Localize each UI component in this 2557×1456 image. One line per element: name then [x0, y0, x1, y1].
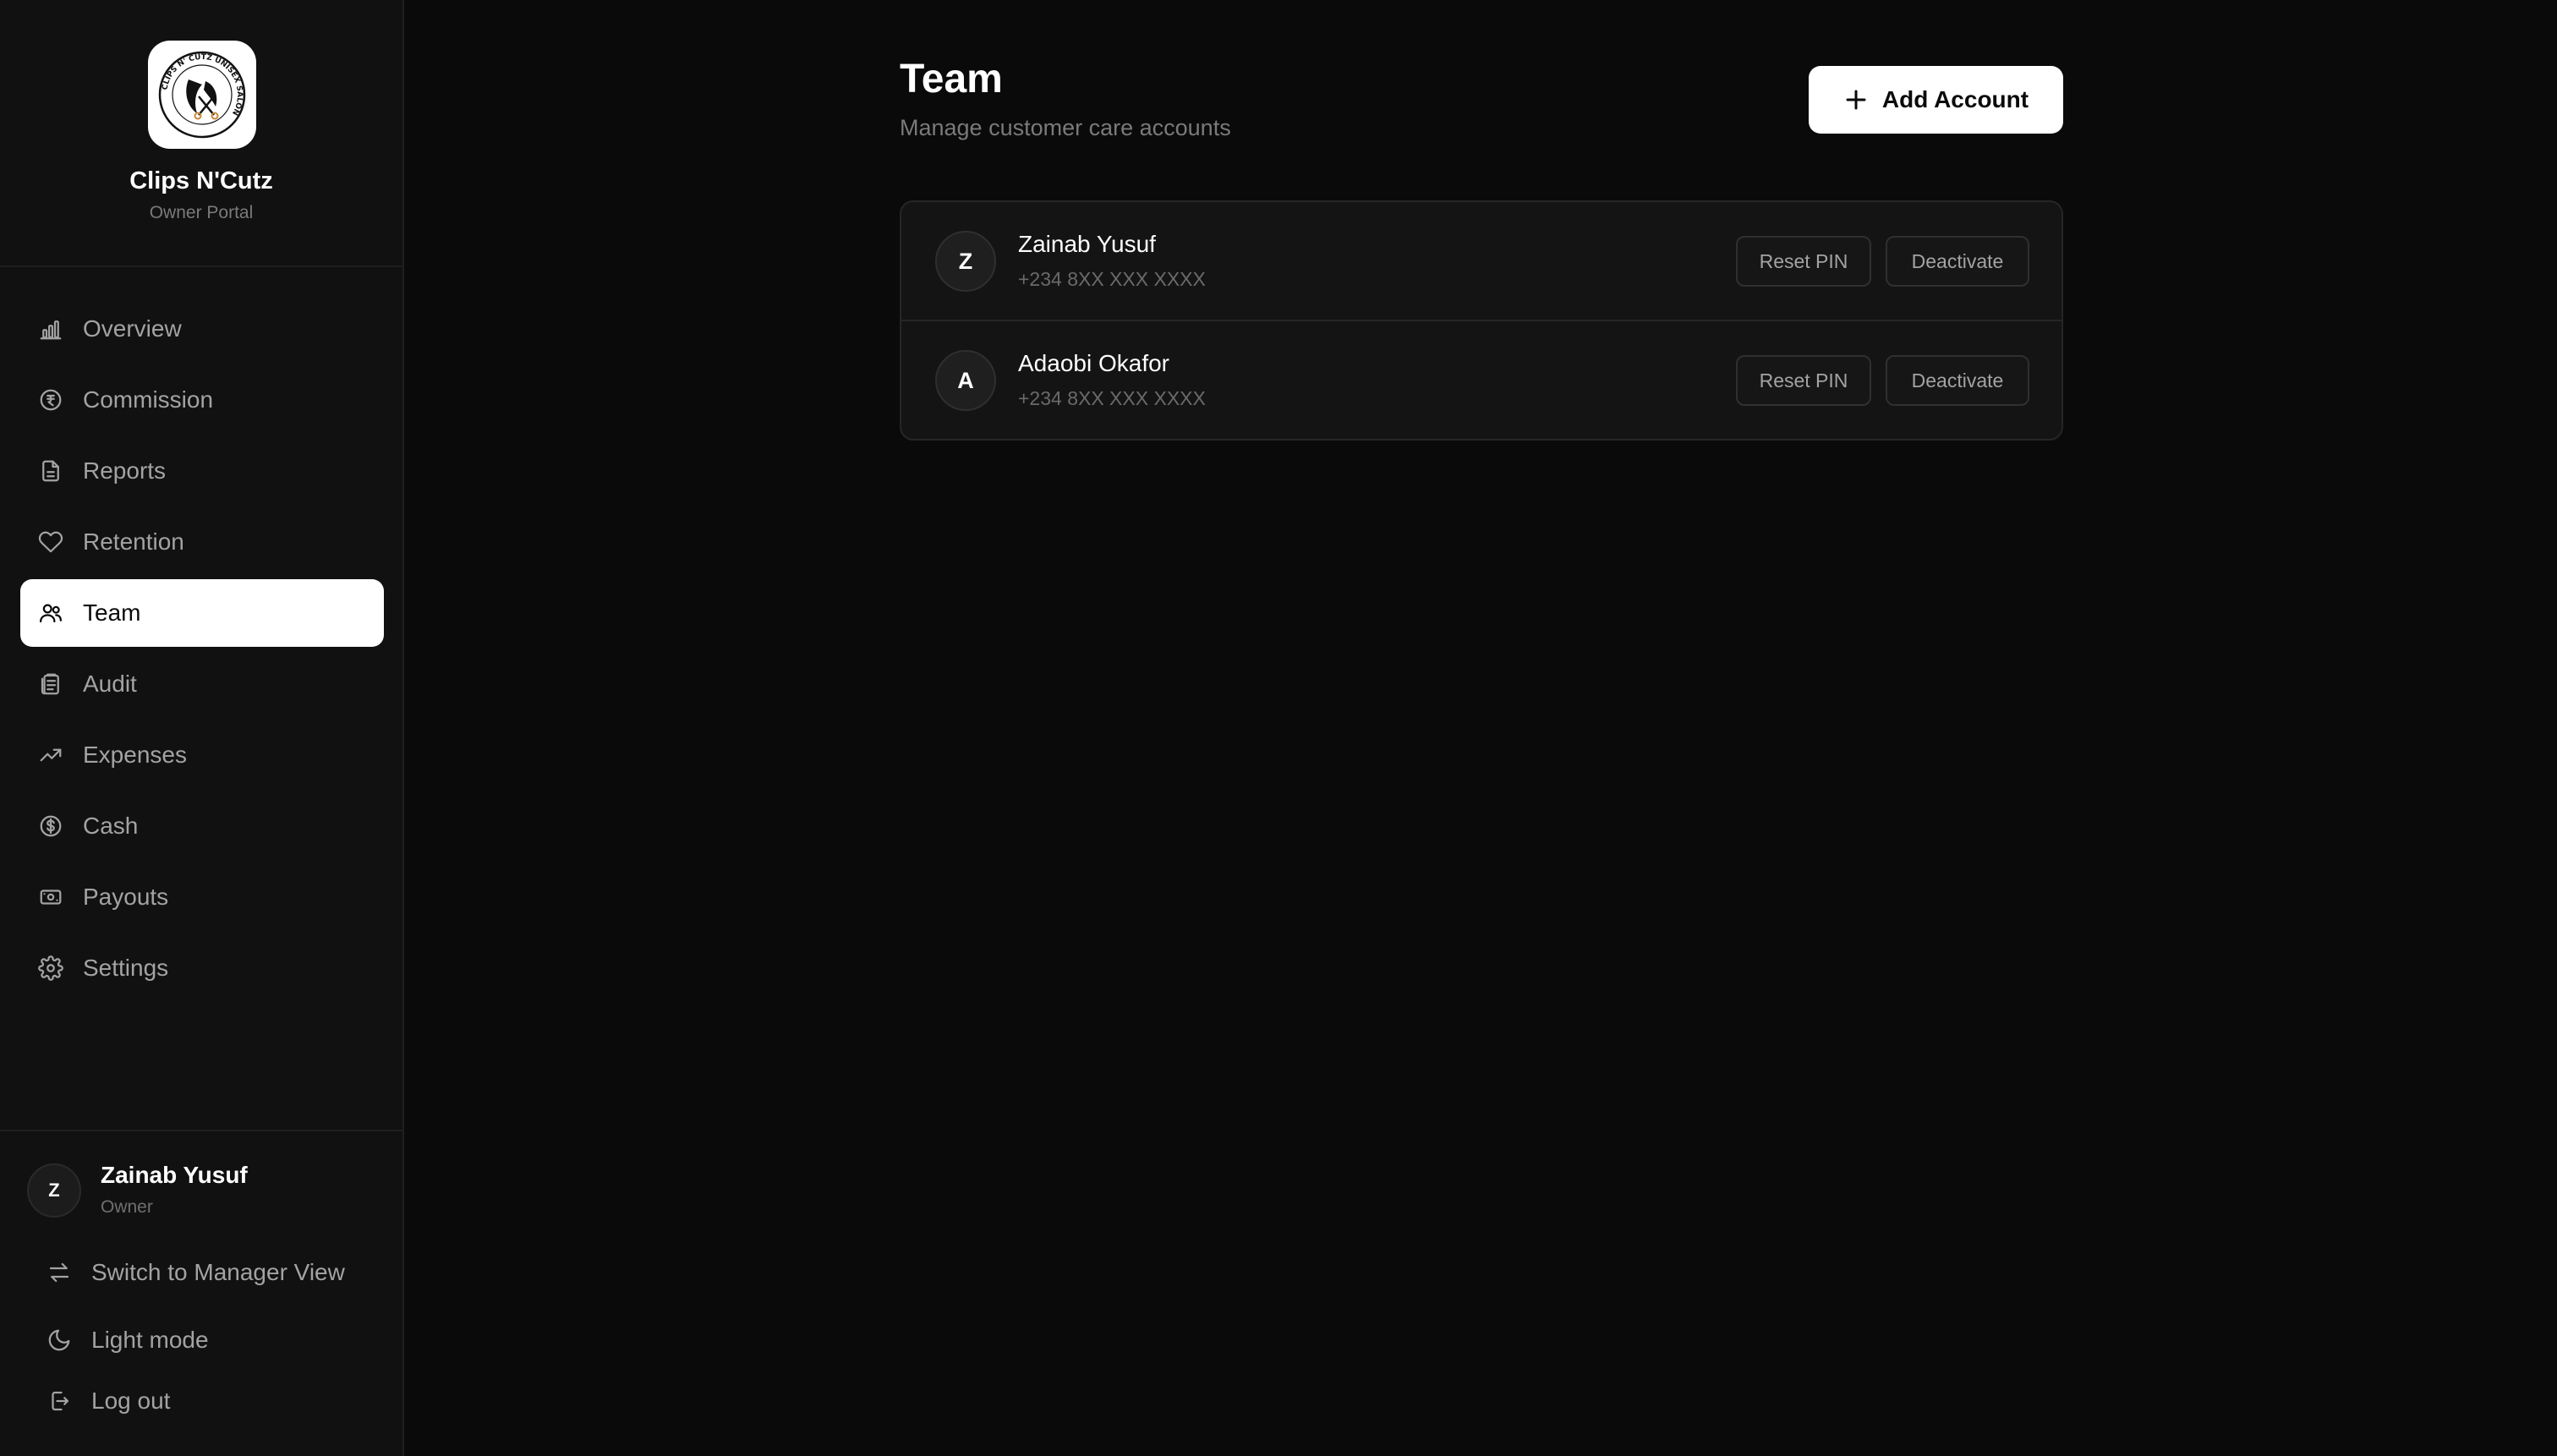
list-item: A Adaobi Okafor +234 8XX XXX XXXX Reset …	[901, 321, 2061, 439]
avatar: A	[935, 350, 996, 411]
banknote-icon	[17, 863, 85, 931]
gear-icon	[17, 934, 85, 1002]
sidebar-item-label: Settings	[83, 955, 169, 981]
document-icon	[17, 437, 85, 505]
clipboard-icon	[17, 650, 85, 718]
sidebar-item-label: Expenses	[83, 742, 187, 768]
page-subtitle: Manage customer care accounts	[900, 115, 1231, 140]
logout-label: Log out	[91, 1388, 171, 1414]
swap-arrows-icon	[25, 1245, 93, 1300]
heart-icon	[17, 508, 85, 576]
sidebar-item-label: Cash	[83, 813, 139, 839]
reset-pin-button[interactable]: Reset PIN	[1736, 355, 1871, 406]
logout-icon	[25, 1374, 93, 1428]
salon-logo-icon: CLIPS N' CUTZ UNISEX SALON	[158, 51, 246, 139]
theme-toggle-label: Light mode	[91, 1327, 209, 1353]
bar-chart-icon	[17, 295, 85, 363]
deactivate-button[interactable]: Deactivate	[1886, 355, 2029, 406]
logout-button[interactable]: Log out	[20, 1374, 384, 1428]
sidebar-item-label: Team	[83, 599, 141, 626]
brand-subtitle: Owner Portal	[149, 203, 254, 222]
account-name: Zainab Yusuf	[1018, 231, 1156, 257]
moon-icon	[25, 1313, 93, 1367]
deactivate-button[interactable]: Deactivate	[1886, 236, 2029, 287]
trending-up-icon	[17, 721, 85, 789]
sidebar-item-settings[interactable]: Settings	[20, 934, 384, 1002]
sidebar-item-team[interactable]: Team	[20, 579, 384, 647]
sidebar-item-label: Commission	[83, 386, 214, 413]
brand-header: CLIPS N' CUTZ UNISEX SALON Clips N'Cutz …	[0, 0, 402, 267]
sidebar-item-audit[interactable]: Audit	[20, 650, 384, 718]
coin-icon	[17, 366, 85, 434]
account-phone: +234 8XX XXX XXXX	[1018, 268, 1206, 290]
sidebar-item-payouts[interactable]: Payouts	[20, 863, 384, 931]
theme-toggle-button[interactable]: Light mode	[20, 1313, 384, 1367]
sidebar: CLIPS N' CUTZ UNISEX SALON Clips N'Cutz …	[0, 0, 404, 1456]
account-name: Adaobi Okafor	[1018, 350, 1169, 376]
switch-view-button[interactable]: Switch to Manager View	[20, 1245, 384, 1300]
avatar: Z	[27, 1163, 81, 1218]
user-panel: Z Zainab Yusuf Owner Switch to Manager V…	[0, 1130, 402, 1456]
sidebar-item-label: Payouts	[83, 884, 169, 910]
sidebar-item-label: Audit	[83, 671, 137, 697]
sidebar-item-reports[interactable]: Reports	[20, 437, 384, 505]
avatar: Z	[935, 231, 996, 292]
list-item: Z Zainab Yusuf +234 8XX XXX XXXX Reset P…	[901, 202, 2061, 321]
dollar-circle-icon	[17, 792, 85, 860]
sidebar-item-label: Reports	[83, 457, 167, 484]
sidebar-item-expenses[interactable]: Expenses	[20, 721, 384, 789]
sidebar-item-label: Overview	[83, 315, 182, 342]
user-name: Zainab Yusuf	[101, 1162, 248, 1188]
page-title: Team	[900, 57, 1003, 101]
user-role: Owner	[101, 1197, 153, 1217]
users-icon	[17, 579, 85, 647]
sidebar-item-commission[interactable]: Commission	[20, 366, 384, 434]
sidebar-item-label: Retention	[83, 528, 184, 555]
team-list: Z Zainab Yusuf +234 8XX XXX XXXX Reset P…	[900, 200, 2063, 441]
account-phone: +234 8XX XXX XXXX	[1018, 387, 1206, 409]
add-account-button[interactable]: Add Account	[1809, 66, 2063, 134]
salon-logo: CLIPS N' CUTZ UNISEX SALON	[148, 41, 256, 149]
switch-view-label: Switch to Manager View	[91, 1259, 345, 1285]
reset-pin-button[interactable]: Reset PIN	[1736, 236, 1871, 287]
sidebar-item-overview[interactable]: Overview	[20, 295, 384, 363]
app-window: CLIPS N' CUTZ UNISEX SALON Clips N'Cutz …	[0, 0, 2557, 1456]
brand-name: Clips N'Cutz	[129, 167, 273, 194]
sidebar-item-cash[interactable]: Cash	[20, 792, 384, 860]
add-account-label: Add Account	[1881, 86, 2029, 112]
sidebar-item-retention[interactable]: Retention	[20, 508, 384, 576]
plus-icon	[1846, 90, 1866, 110]
